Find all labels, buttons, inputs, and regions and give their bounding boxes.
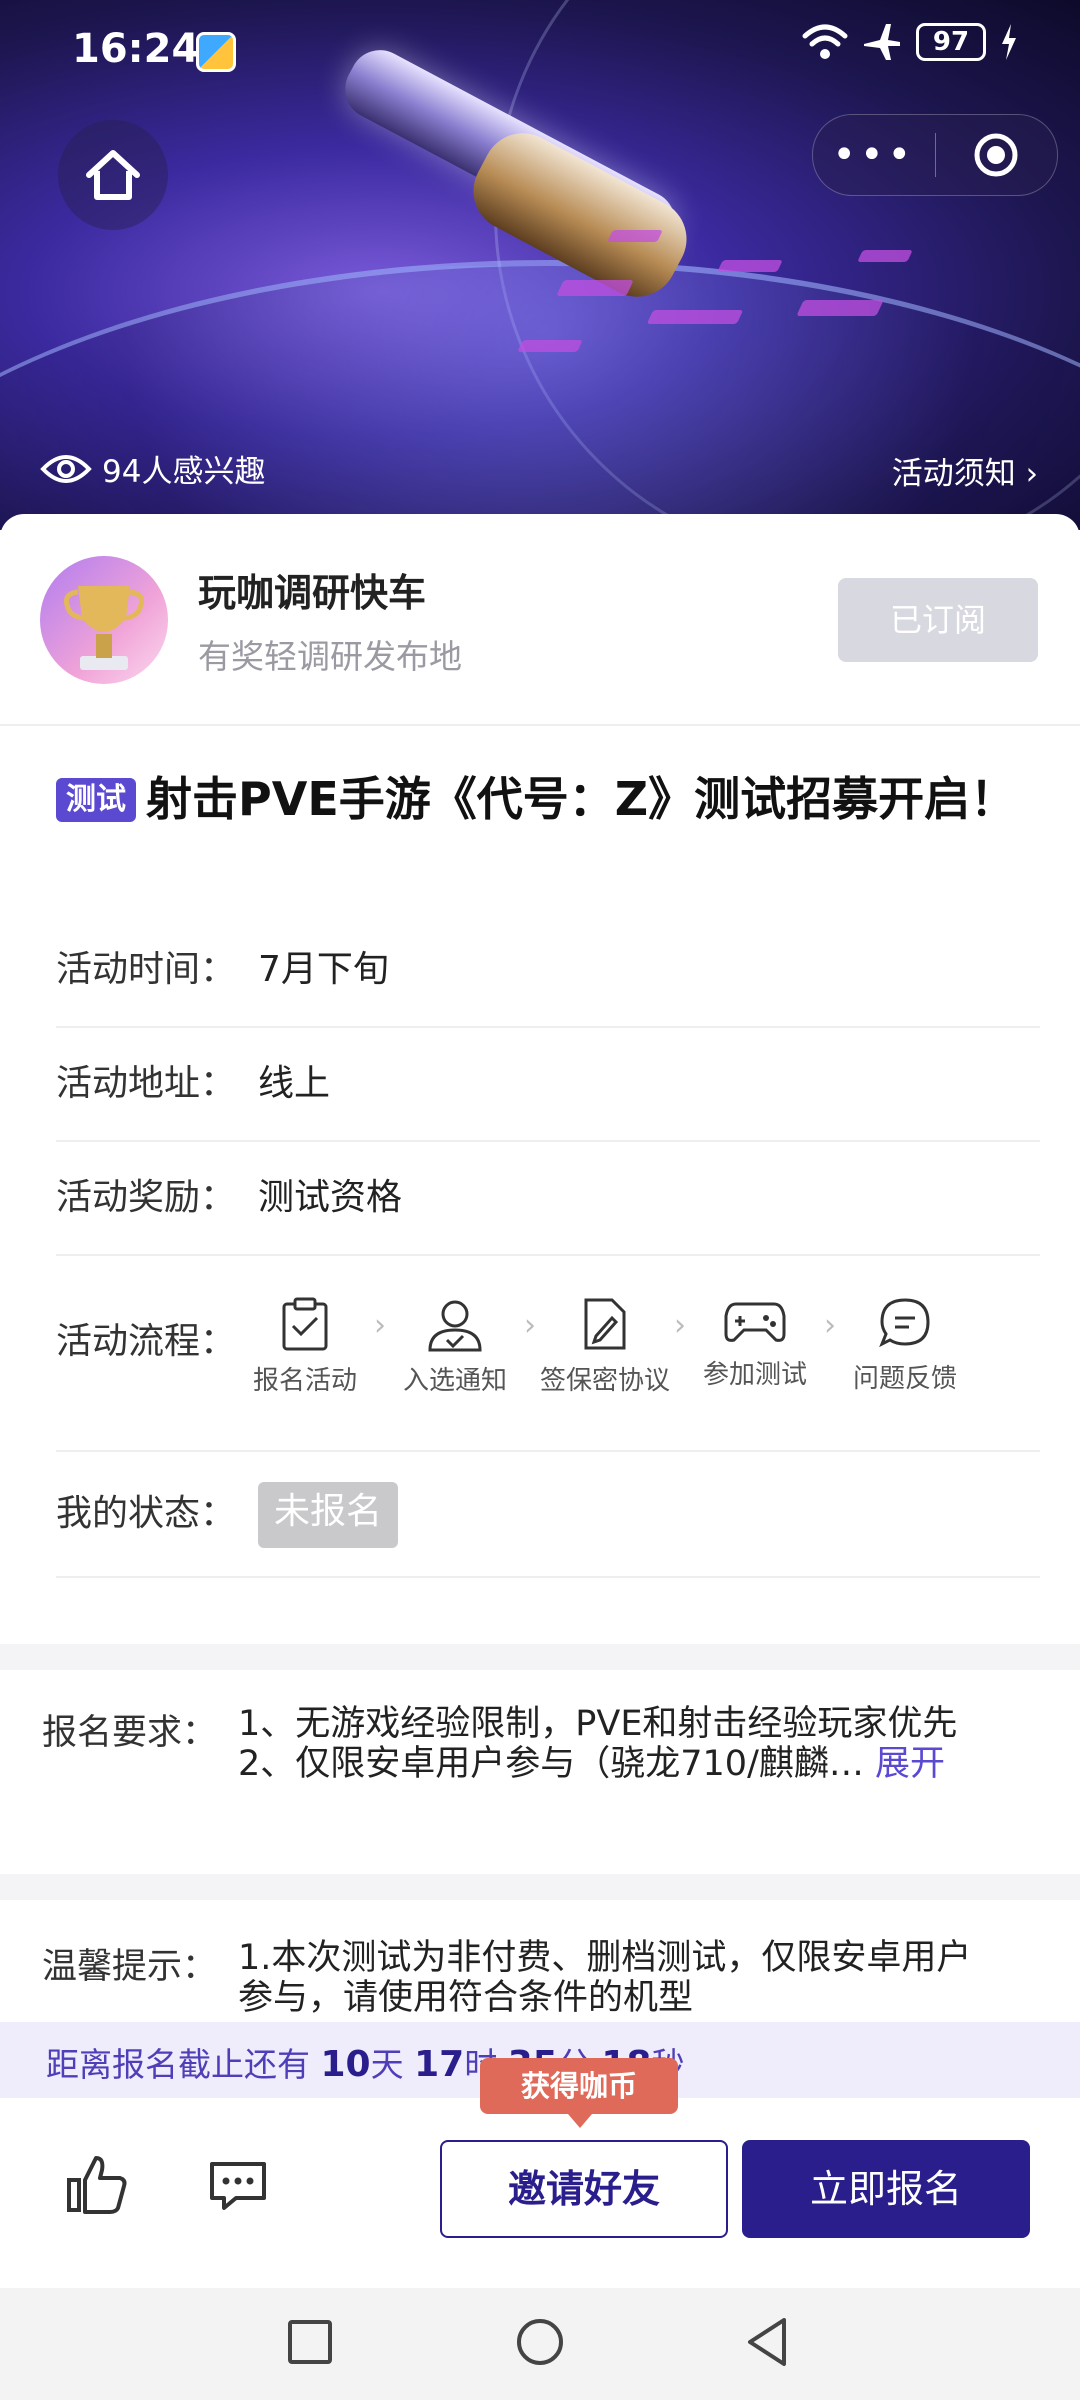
detail-label: 活动奖励： [56,1177,237,1218]
chevron-right-icon: › [1025,456,1038,492]
bottom-action-bar: 邀请好友 立即报名 [0,2098,1080,2288]
views-count: 94人感兴趣 [40,446,265,491]
detail-row-flow: 活动流程： 报名活动 › 入选通知 › 签保密协议 › 参加测试 › 问题反馈 [56,1256,1040,1452]
detail-row-time: 活动时间： 7月下旬 [56,914,1040,1028]
chevron-right-icon: › [674,1308,686,1343]
detail-row-status: 我的状态： 未报名 [56,1452,1040,1578]
status-time: 16:24 [72,26,200,72]
flow-step: 参加测试 [696,1296,814,1391]
detail-row-reward: 活动奖励： 测试资格 [56,1142,1040,1256]
subscribe-button[interactable]: 已订阅 [838,578,1038,662]
countdown-hours: 17 [414,2044,465,2085]
publisher-name[interactable]: 玩咖调研快车 [198,562,426,617]
flow-step-label: 参加测试 [702,1360,807,1390]
clipboard-check-icon [282,1297,328,1351]
countdown-prefix: 距离报名截止还有 [46,2045,310,2084]
wifi-icon [802,24,848,59]
countdown-unit: 天 [370,2045,404,2084]
requirement-line: 1、无游戏经验限制，PVE和射击经验玩家优先 [238,1704,958,1744]
system-nav-bar [0,2288,1080,2400]
detail-label: 我的状态： [56,1493,237,1534]
flow-steps: 报名活动 › 入选通知 › 签保密协议 › 参加测试 › 问题反馈 [246,1296,964,1397]
requirement-line-2: 2、仅限安卓用户参与（骁龙710/麒麟… 展开 [238,1744,998,1784]
person-check-icon [428,1300,482,1352]
flow-step: 签保密协议 [540,1296,670,1397]
detail-label: 活动流程： [56,1321,237,1362]
gamepad-icon [724,1302,786,1342]
hero-shard [796,300,884,316]
hero-shard [857,250,913,262]
publisher-description: 有奖轻调研发布地 [198,637,462,676]
app-notification-icon [196,32,236,72]
chevron-right-icon: › [374,1308,386,1343]
miniapp-capsule: ••• [812,114,1058,196]
flow-step-label: 报名活动 [252,1366,357,1396]
battery-indicator: 97 [916,23,986,61]
requirements-body: 1、无游戏经验限制，PVE和射击经验玩家优先 2、仅限安卓用户参与（骁龙710/… [238,1704,998,1784]
detail-label: 活动地址： [56,1063,237,1104]
trophy-icon [63,586,145,670]
detail-value: 线上 [258,1063,331,1104]
like-button[interactable] [66,2154,128,2218]
detail-row-address: 活动地址： 线上 [56,1028,1040,1142]
eye-icon [40,454,92,483]
flow-step-label: 签保密协议 [540,1366,671,1396]
hero-shard [607,230,663,242]
detail-label: 活动时间： [56,949,237,990]
status-badge: 未报名 [258,1482,398,1548]
invite-friends-button[interactable]: 邀请好友 [440,2140,728,2238]
target-icon [974,133,1018,177]
chevron-right-icon: › [524,1308,536,1343]
event-title-text: 射击PVE手游《代号：Z》测试招募开启！ [146,772,1017,826]
hero-shard [646,310,744,324]
close-miniapp-button[interactable] [936,131,1058,179]
flow-step: 入选通知 [396,1296,514,1397]
flow-step-label: 入选通知 [402,1366,507,1396]
tips-body: 1.本次测试为非付费、删档测试，仅限安卓用户参与，请使用符合条件的机型 [238,1938,972,2018]
hero-shard [556,280,634,296]
event-tag: 测试 [56,778,136,822]
comment-button[interactable] [208,2160,268,2216]
event-card: 玩咖调研快车 有奖轻调研发布地 已订阅 测试 射击PVE手游《代号：Z》测试招募开… [0,514,1080,2024]
section-divider [0,1644,1080,1670]
notice-text: 活动须知 [891,456,1016,492]
section-divider [0,1874,1080,1900]
airplane-mode-icon [864,24,900,60]
tips-label: 温馨提示： [42,1947,218,1987]
coin-reward-tooltip: 获得咖币 [480,2058,678,2128]
expand-link[interactable]: 展开 [875,1744,945,1784]
requirements-label: 报名要求： [42,1713,218,1753]
signup-button[interactable]: 立即报名 [742,2140,1030,2238]
detail-value: 7月下旬 [258,949,389,990]
flow-step-label: 问题反馈 [852,1364,957,1394]
detail-value: 测试资格 [258,1177,403,1218]
home-button[interactable] [58,120,168,230]
home-icon [86,150,140,200]
status-bar: 16:24 97 [0,22,1080,82]
comment-icon [210,2162,266,2210]
countdown-days: 10 [320,2044,371,2085]
back-button[interactable] [744,2316,792,2368]
hero-shard [517,340,583,352]
event-title: 测试 射击PVE手游《代号：Z》测试招募开启！ [56,764,1026,834]
charging-icon [1002,24,1016,60]
more-menu-button[interactable]: ••• [813,115,935,195]
chevron-right-icon: › [824,1308,836,1343]
requirement-line-text: 2、仅限安卓用户参与（骁龙710/麒麟… [238,1744,864,1784]
event-details: 活动时间： 7月下旬 活动地址： 线上 活动奖励： 测试资格 活动流程： 报名活… [56,914,1040,1578]
publisher-avatar[interactable] [40,556,168,684]
thumbs-up-icon [67,2156,127,2214]
flow-step: 问题反馈 [846,1296,964,1395]
flow-step: 报名活动 [246,1296,364,1397]
home-nav-button[interactable] [514,2316,566,2368]
recent-apps-button[interactable] [286,2316,334,2368]
views-text: 94人感兴趣 [102,454,266,490]
chat-bubble-icon [879,1298,930,1348]
publisher-header: 玩咖调研快车 有奖轻调研发布地 已订阅 [0,514,1080,726]
activity-notice-link[interactable]: 活动须知 › [892,448,1038,493]
document-sign-icon [584,1298,626,1350]
hero-shard [717,260,783,272]
